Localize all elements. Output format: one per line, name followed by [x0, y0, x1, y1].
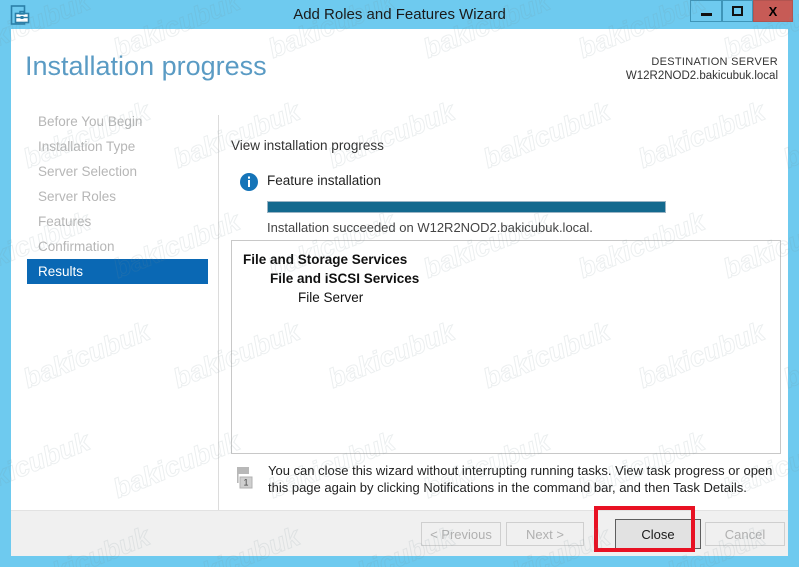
- main-content: View installation progress Feature insta…: [220, 109, 788, 529]
- destination-server-block: DESTINATION SERVER W12R2NOD2.bakicubuk.l…: [626, 55, 778, 83]
- maximize-icon: [732, 6, 743, 16]
- list-item: File and Storage Services: [243, 252, 408, 267]
- installed-components-listbox[interactable]: File and Storage Services File and iSCSI…: [231, 240, 781, 454]
- progress-bar-fill: [268, 202, 665, 212]
- list-item: File and iSCSI Services: [270, 271, 420, 286]
- section-heading: View installation progress: [231, 138, 384, 153]
- wizard-client-area: Installation progress DESTINATION SERVER…: [11, 29, 788, 556]
- sidebar-item-server-roles[interactable]: Server Roles: [11, 184, 208, 209]
- list-item: File Server: [298, 290, 364, 305]
- info-circle-icon: [239, 172, 259, 192]
- maximize-button[interactable]: [722, 0, 753, 22]
- cancel-button[interactable]: Cancel: [705, 522, 785, 546]
- wizard-header: Installation progress DESTINATION SERVER…: [11, 29, 788, 103]
- progress-status-text: Installation succeeded on W12R2NOD2.baki…: [267, 220, 593, 235]
- installation-progress-bar: [267, 201, 666, 213]
- close-button[interactable]: Close: [615, 519, 701, 549]
- sidebar-item-confirmation[interactable]: Confirmation: [11, 234, 208, 259]
- sidebar-item-server-selection[interactable]: Server Selection: [11, 159, 208, 184]
- minimize-icon: [700, 12, 712, 16]
- sidebar-item-results[interactable]: Results: [27, 259, 208, 284]
- next-button[interactable]: Next >: [506, 522, 584, 546]
- window-close-button[interactable]: X: [753, 0, 793, 22]
- page-title: Installation progress: [25, 51, 267, 81]
- title-bar: Add Roles and Features Wizard X: [0, 0, 799, 29]
- feature-installation-label: Feature installation: [267, 173, 382, 188]
- flag-notification-icon: 1: [235, 466, 257, 490]
- svg-text:1: 1: [243, 478, 248, 488]
- sidebar-item-installation-type[interactable]: Installation Type: [11, 134, 208, 159]
- minimize-button[interactable]: [690, 0, 722, 22]
- destination-server-label: DESTINATION SERVER: [651, 56, 778, 68]
- notification-message: You can close this wizard without interr…: [268, 463, 773, 495]
- sidebar-item-features[interactable]: Features: [11, 209, 208, 234]
- destination-server-value: W12R2NOD2.bakicubuk.local: [625, 70, 778, 82]
- wizard-footer: < Previous Next > Close Cancel: [11, 511, 788, 556]
- wizard-steps-sidebar: Before You Begin Installation Type Serve…: [11, 109, 208, 509]
- wizard-window: Add Roles and Features Wizard X Installa…: [0, 0, 799, 567]
- window-title: Add Roles and Features Wizard: [293, 6, 506, 23]
- sidebar-item-before-you-begin[interactable]: Before You Begin: [11, 109, 208, 134]
- sidebar-divider: [218, 115, 219, 517]
- previous-button[interactable]: < Previous: [421, 522, 501, 546]
